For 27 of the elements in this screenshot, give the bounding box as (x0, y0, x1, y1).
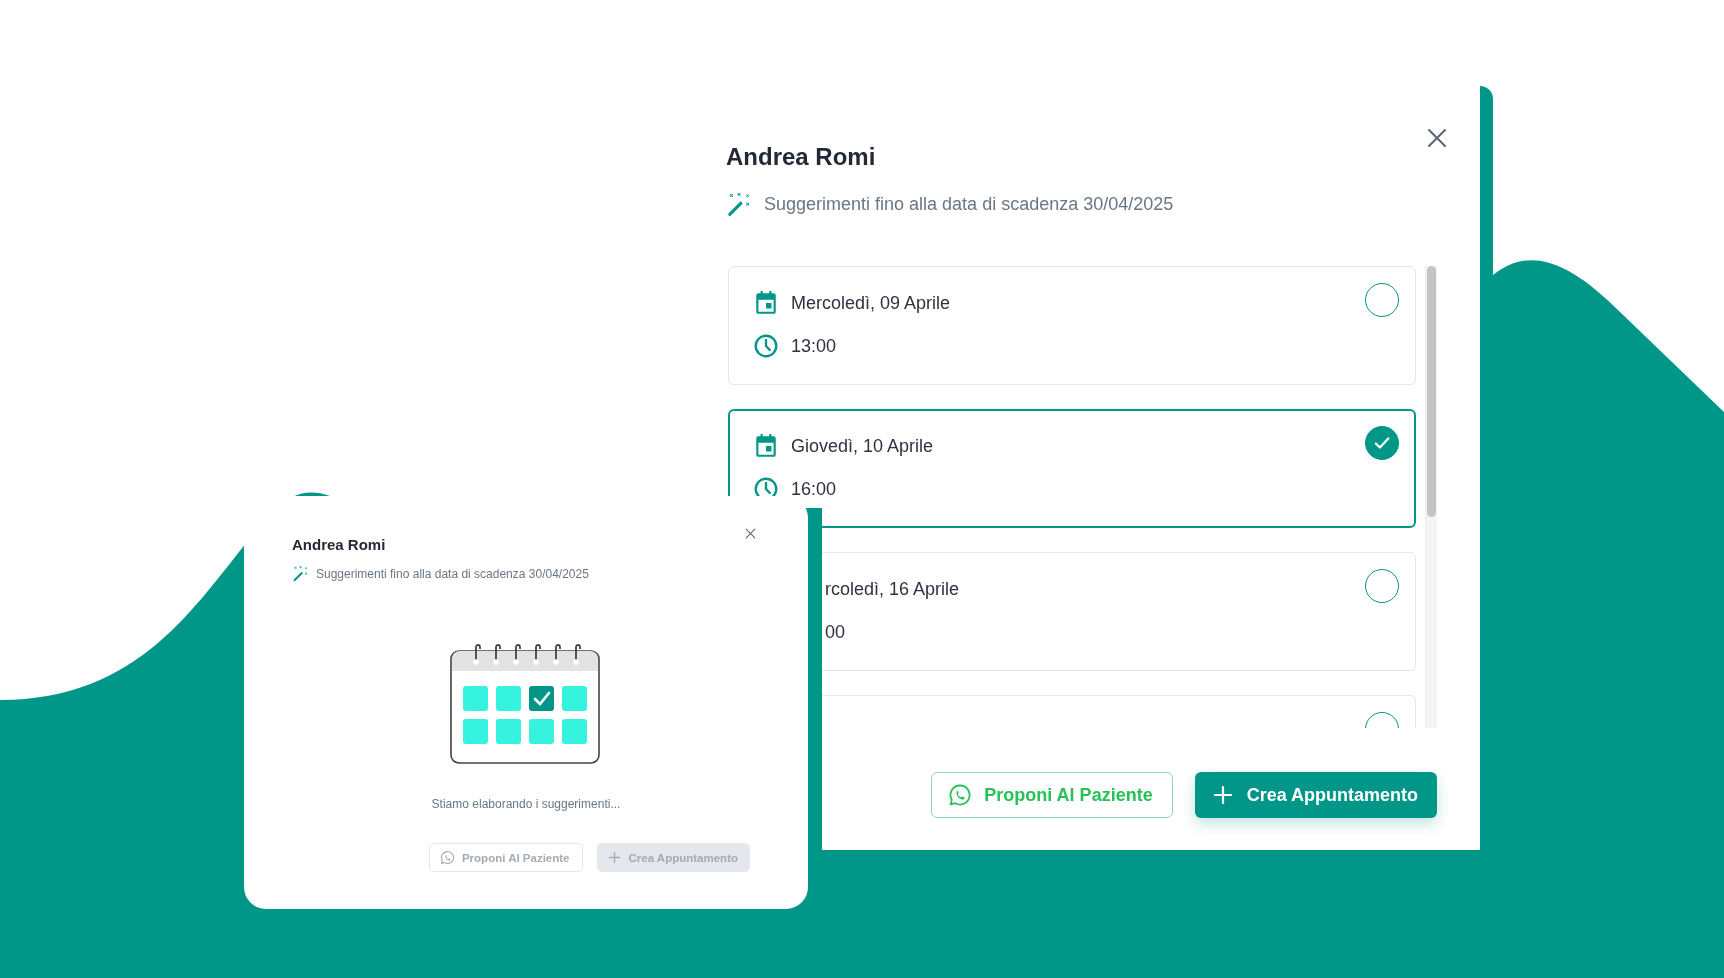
loading-message: Stiamo elaborando i suggerimenti... (430, 797, 622, 811)
propose-button[interactable]: Proponi Al Paziente (931, 772, 1173, 818)
close-icon[interactable] (1425, 126, 1449, 150)
slot-card[interactable]: Mercoledì, 09 Aprile 13:00 (728, 266, 1416, 385)
magic-wand-icon (726, 191, 752, 217)
deadline-text: Suggerimenti fino alla data di scadenza 30/04/2025 (316, 566, 589, 581)
slot-card[interactable]: Giovedì, 10 Aprile 16:00 (728, 409, 1416, 528)
calendar-icon (753, 290, 779, 316)
slot-time: 13:00 (791, 335, 837, 357)
whatsapp-icon (948, 783, 973, 807)
radio-button[interactable] (1365, 426, 1399, 460)
slot-time: 00 (825, 621, 846, 643)
whatsapp-icon (439, 850, 455, 865)
deadline-text: Suggerimenti fino alla data di scadenza 30/04/2025 (764, 193, 1174, 216)
magic-wand-icon (292, 565, 309, 582)
slot-time: 16:00 (791, 478, 837, 500)
patient-name: Andrea Romi (292, 536, 387, 554)
create-button[interactable]: Crea Appuntamento (1194, 772, 1437, 818)
slot-date: rcoledì, 16 Aprile (825, 578, 960, 600)
patient-name: Andrea Romi (726, 143, 877, 171)
clock-icon (753, 333, 779, 359)
slot-date: Giovedì, 10 Aprile (791, 435, 934, 457)
calendar-icon (753, 433, 779, 459)
scrollbar[interactable] (1425, 266, 1437, 728)
slot-date: Mercoledì, 09 Aprile (791, 292, 951, 314)
close-icon[interactable] (744, 527, 757, 540)
plus-icon (606, 850, 622, 865)
